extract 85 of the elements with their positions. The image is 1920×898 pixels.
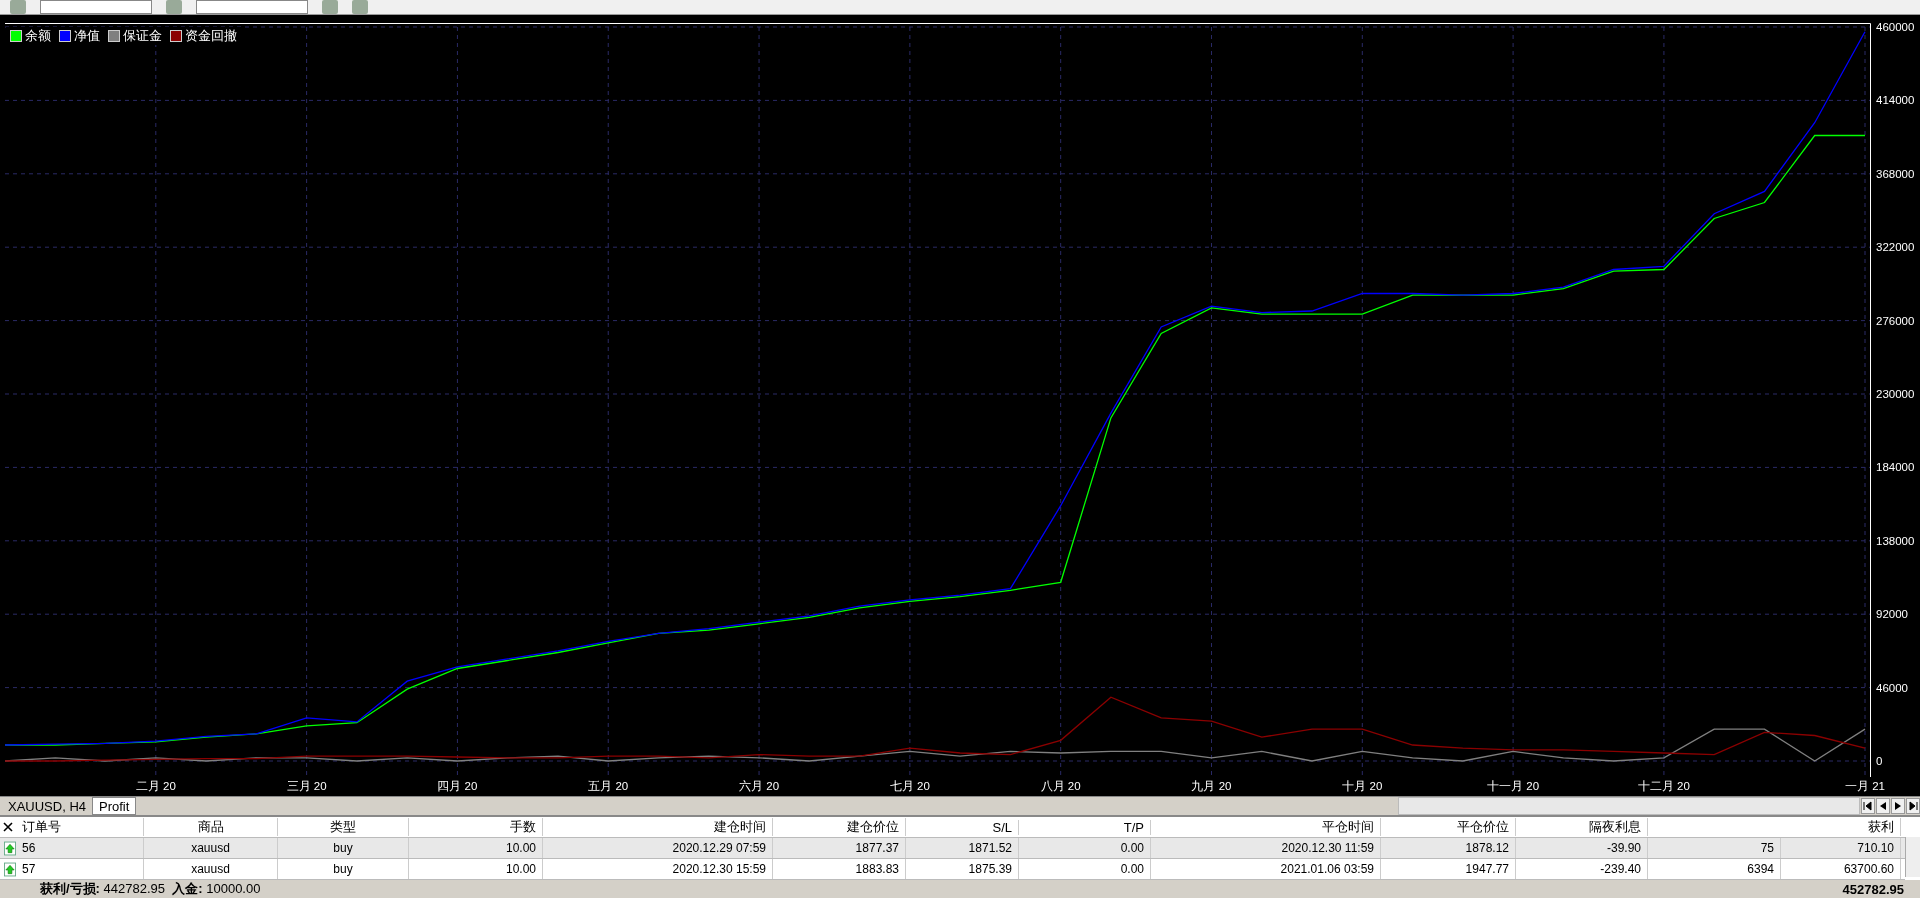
- close-icon[interactable]: [3, 822, 13, 832]
- previous-icon[interactable]: [1876, 798, 1890, 814]
- table-cell: 2020.12.30 11:59: [1151, 838, 1381, 858]
- vertical-scrollbar[interactable]: [1905, 837, 1920, 877]
- table-cell: 1878.12: [1381, 838, 1516, 858]
- x-axis-label: 十一月 20: [1487, 780, 1540, 792]
- column-header[interactable]: T/P: [1019, 819, 1151, 835]
- legend-swatch: [170, 30, 182, 42]
- table-cell: 6394: [1648, 859, 1781, 879]
- table-cell: 75: [1648, 838, 1781, 858]
- y-axis-label: 230000: [1876, 388, 1915, 400]
- x-axis-label: 五月 20: [588, 780, 629, 792]
- y-axis-label: 368000: [1876, 167, 1915, 180]
- y-axis-label: 0: [1876, 755, 1883, 767]
- y-axis-label: 138000: [1876, 534, 1915, 547]
- x-axis-label: 四月 20: [437, 780, 478, 792]
- table-cell: -39.90: [1516, 838, 1648, 858]
- timeframe-dropdown[interactable]: [40, 0, 152, 14]
- y-axis-label: 322000: [1876, 241, 1915, 254]
- chart-tab[interactable]: Profit: [92, 797, 137, 815]
- x-axis-label: 八月 20: [1040, 780, 1081, 792]
- table-cell: buy: [278, 838, 409, 858]
- next-icon[interactable]: [1891, 798, 1905, 814]
- column-header[interactable]: 商品: [144, 818, 278, 836]
- total-value: 452782.95: [1842, 881, 1904, 897]
- summary-text: 获利/亏损: 442782.95 入金: 10000.00: [40, 880, 261, 898]
- buy-arrow-icon: [4, 861, 16, 877]
- table-cell: xauusd: [144, 838, 278, 858]
- y-axis-label: 276000: [1876, 314, 1915, 327]
- table-cell: 2021.01.06 03:59: [1151, 859, 1381, 879]
- table-cell: 0.00: [1019, 838, 1151, 858]
- table-cell: 63700.60: [1781, 859, 1901, 879]
- x-axis-label: 九月 20: [1191, 780, 1232, 792]
- column-header[interactable]: 建仓时间: [543, 818, 773, 836]
- table-cell: 0.00: [1019, 859, 1151, 879]
- table-cell: xauusd: [144, 859, 278, 879]
- column-header[interactable]: 订单号: [16, 818, 144, 836]
- column-header[interactable]: 类型: [278, 818, 409, 836]
- table-cell: buy: [278, 859, 409, 879]
- table-cell: 57: [16, 859, 144, 879]
- chart-tab[interactable]: XAUUSD, H4: [2, 797, 93, 815]
- column-header[interactable]: 隔夜利息: [1516, 818, 1648, 836]
- legend-swatch: [59, 30, 71, 42]
- x-axis-label: 七月 20: [889, 780, 930, 792]
- table-cell: 2020.12.30 15:59: [543, 859, 773, 879]
- table-cell: 1883.83: [773, 859, 906, 879]
- legend-label: 余额: [25, 27, 51, 45]
- column-header[interactable]: 平仓价位: [1381, 818, 1516, 836]
- column-header[interactable]: 平仓时间: [1151, 818, 1381, 836]
- speed-dropdown[interactable]: [196, 0, 308, 14]
- x-axis-label: 二月 20: [135, 780, 176, 792]
- column-header[interactable]: 手数: [409, 818, 543, 836]
- table-cell: 2020.12.29 07:59: [543, 838, 773, 858]
- table-cell: 1947.77: [1381, 859, 1516, 879]
- y-axis-label: 92000: [1876, 608, 1908, 621]
- x-axis-label: 三月 20: [286, 780, 327, 792]
- y-axis-label: 184000: [1876, 461, 1915, 474]
- column-header[interactable]: 获利: [1781, 818, 1901, 836]
- legend-label: 保证金: [123, 27, 162, 45]
- y-axis-label: 460000: [1876, 21, 1915, 33]
- column-header[interactable]: 建仓价位: [773, 818, 906, 836]
- table-cell: -239.40: [1516, 859, 1648, 879]
- y-axis-label: 46000: [1876, 681, 1908, 694]
- column-header[interactable]: S/L: [906, 819, 1019, 835]
- legend-label: 净值: [74, 27, 100, 45]
- x-axis-label: 一月 21: [1845, 780, 1885, 792]
- table-cell: 1871.52: [906, 838, 1019, 858]
- last-icon[interactable]: [1906, 798, 1920, 814]
- table-cell: 1877.37: [773, 838, 906, 858]
- table-cell: 710.10: [1781, 838, 1901, 858]
- table-cell: 1875.39: [906, 859, 1019, 879]
- x-axis-label: 十月 20: [1342, 780, 1383, 792]
- buy-arrow-icon: [4, 840, 16, 856]
- x-axis-label: 十二月 20: [1637, 780, 1690, 792]
- legend-label: 资金回撤: [185, 27, 237, 45]
- x-axis-label: 六月 20: [739, 780, 780, 792]
- table-cell: 10.00: [409, 838, 543, 858]
- table-cell: 10.00: [409, 859, 543, 879]
- y-axis-label: 414000: [1876, 94, 1915, 107]
- legend-swatch: [108, 30, 120, 42]
- table-cell: 56: [16, 838, 144, 858]
- legend-swatch: [10, 30, 22, 42]
- horizontal-scrollbar[interactable]: [1398, 797, 1860, 815]
- table-row[interactable]: 56 xauusd buy 10.00 2020.12.29 07:59 1877.37 1871.52 0.00 2020.12.30 11:59 1878.12 -39.90 75 710.10: [0, 838, 1905, 859]
- first-icon[interactable]: [1861, 798, 1875, 814]
